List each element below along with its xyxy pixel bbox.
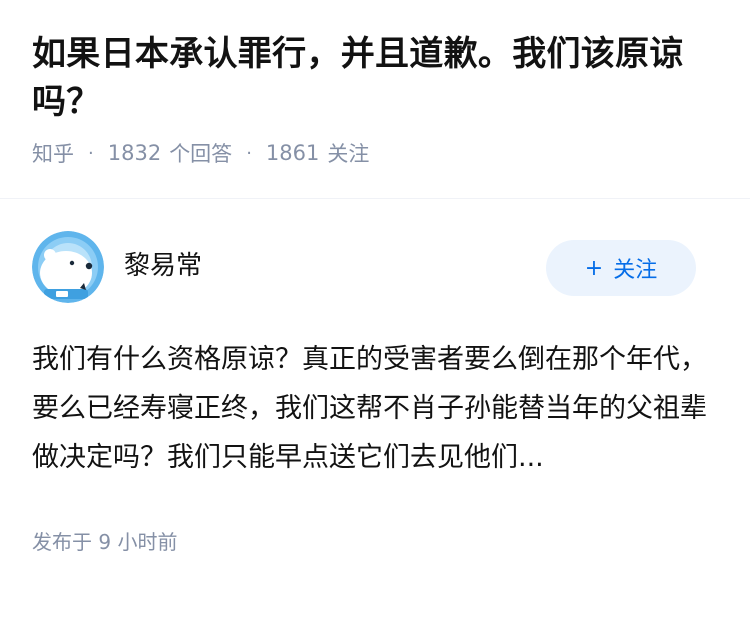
question-title[interactable]: 如果日本承认罪行，并且道歉。我们该原谅吗？ bbox=[32, 30, 718, 126]
polar-bear-avatar-icon bbox=[32, 231, 104, 303]
question-meta: 知乎 · 1832 个回答 · 1861 关注 bbox=[32, 138, 718, 168]
answer-count-label: 个回答 bbox=[169, 142, 233, 166]
author-name[interactable]: 黎易常 bbox=[124, 245, 202, 282]
published-time: 发布于 9 小时前 bbox=[32, 530, 178, 554]
answer-card: 黎易常 + 关注 我们有什么资格原谅？真正的受害者要么倒在那个年代，要么已经寿寝… bbox=[0, 199, 750, 555]
answer-count: 1832 bbox=[107, 141, 162, 165]
source-label[interactable]: 知乎 bbox=[32, 138, 74, 168]
author-row: 黎易常 + 关注 bbox=[32, 199, 718, 309]
answer-excerpt[interactable]: 我们有什么资格原谅？真正的受害者要么倒在那个年代，要么已经寿寝正终，我们这帮不肖… bbox=[32, 335, 722, 482]
follower-count-label: 关注 bbox=[327, 142, 370, 166]
plus-icon: + bbox=[584, 255, 604, 281]
follower-count: 1861 bbox=[265, 141, 320, 165]
meta-separator: · bbox=[88, 142, 94, 164]
follow-button[interactable]: + 关注 bbox=[546, 240, 696, 296]
question-header: 如果日本承认罪行，并且道歉。我们该原谅吗？ 知乎 · 1832 个回答 · 18… bbox=[0, 0, 750, 171]
avatar[interactable] bbox=[32, 231, 104, 303]
meta-separator: · bbox=[246, 142, 252, 164]
follow-button-label: 关注 bbox=[613, 258, 658, 283]
